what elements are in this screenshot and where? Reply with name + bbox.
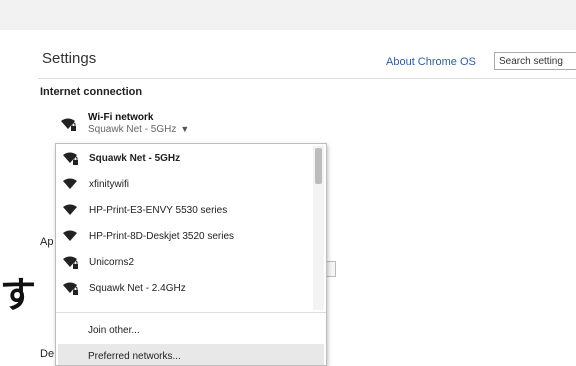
wifi-network-label: Wi-Fi network (88, 112, 154, 123)
preferred-networks-item[interactable]: Preferred networks... (58, 344, 324, 365)
wifi-icon (62, 204, 80, 221)
wifi-locked-icon (62, 256, 80, 273)
caret-down-icon: ▼ (180, 124, 190, 134)
background-text-fragment: De (40, 348, 55, 360)
join-other-item[interactable]: Join other... (56, 318, 326, 344)
network-name: HP-Print-E3-ENVY 5530 series (89, 205, 228, 216)
wifi-current-network: Squawk Net - 5GHz ▼ (88, 124, 189, 135)
network-item[interactable]: HP-Print-E3-ENVY 5530 series (56, 198, 312, 224)
search-settings-input[interactable] (494, 52, 576, 70)
overlay-japanese-character: す (0, 275, 37, 316)
preferred-networks-label: Preferred networks... (88, 351, 181, 362)
wifi-locked-icon (62, 152, 80, 169)
wifi-locked-icon (62, 282, 80, 299)
network-item[interactable]: Squawk Net - 2.4GHz (56, 276, 312, 302)
menu-divider (56, 312, 326, 313)
join-other-label: Join other... (88, 325, 140, 336)
section-title-internet-connection: Internet connection (40, 86, 143, 98)
header-divider (38, 78, 576, 79)
wifi-locked-icon (60, 118, 78, 137)
network-name: HP-Print-8D-Deskjet 3520 series (89, 231, 235, 242)
network-item[interactable]: Unicorns2 (56, 250, 312, 276)
network-item[interactable]: xfinitywifi (56, 172, 312, 198)
wifi-network-selector[interactable]: Wi-Fi network Squawk Net - 5GHz ▼ (60, 112, 220, 140)
network-name: Squawk Net - 5GHz (89, 153, 181, 164)
network-item[interactable]: HP-Print-8D-Deskjet 3520 series (56, 224, 312, 250)
network-dropdown-menu: Squawk Net - 5GHz xfinitywifi HP-Print-E… (55, 143, 327, 366)
background-text-fragment: Ap (40, 236, 54, 248)
wifi-icon (62, 178, 80, 195)
about-chrome-os-link[interactable]: About Chrome OS (386, 56, 476, 68)
wifi-icon (62, 230, 80, 247)
menu-scrollbar-thumb[interactable] (315, 148, 322, 184)
current-network-name: Squawk Net - 5GHz (88, 124, 177, 135)
browser-top-bar (0, 0, 576, 31)
network-name: Unicorns2 (89, 257, 135, 268)
network-name: Squawk Net - 2.4GHz (89, 283, 186, 294)
page-title: Settings (42, 50, 97, 67)
network-name: xfinitywifi (89, 179, 130, 190)
network-item[interactable]: Squawk Net - 5GHz (56, 146, 312, 172)
